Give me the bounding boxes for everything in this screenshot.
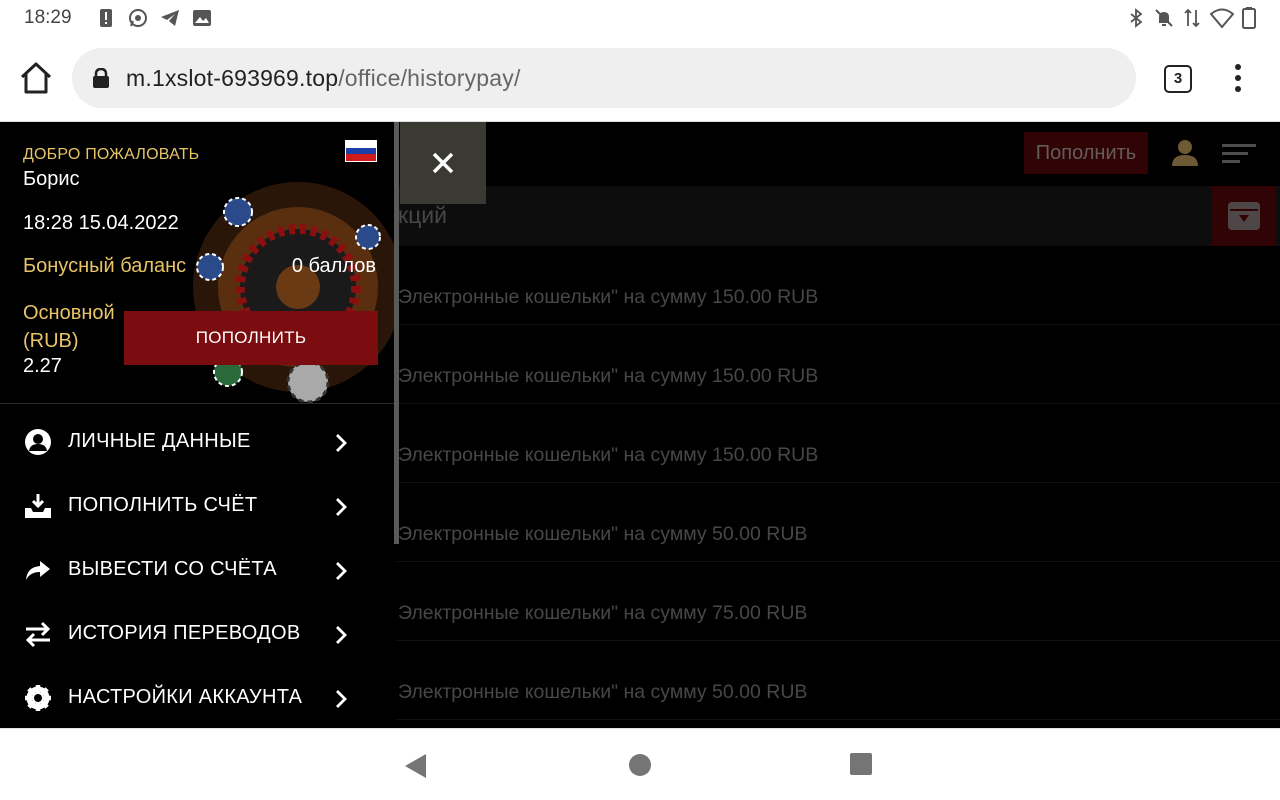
status-time: 18:29 xyxy=(24,7,72,28)
menu-item-account-settings[interactable]: НАСТРОЙКИ АККАУНТА xyxy=(0,668,394,728)
side-drawer: ДОБРО ПОЖАЛОВАТЬ Борис 18:28 15.04.2022 … xyxy=(0,122,399,728)
address-bar[interactable]: m.1xslot-693969.top/office/historypay/ xyxy=(72,48,1136,108)
bluetooth-icon xyxy=(1130,8,1143,28)
status-bar: 18:29 xyxy=(0,0,1280,36)
gear-icon xyxy=(25,685,51,711)
current-datetime: 18:28 15.04.2022 xyxy=(23,212,179,234)
url-text: m.1xslot-693969.top/office/historypay/ xyxy=(126,65,521,92)
download-tray-icon xyxy=(25,494,51,518)
profile-panel: ДОБРО ПОЖАЛОВАТЬ Борис 18:28 15.04.2022 … xyxy=(0,122,394,404)
user-circle-icon xyxy=(25,429,51,455)
menu-item-label: НАСТРОЙКИ АККАУНТА xyxy=(68,686,303,708)
bonus-balance-value: 0 баллов xyxy=(291,255,376,277)
main-balance-value: 2.27 xyxy=(23,355,62,377)
notifications-off-icon xyxy=(1155,9,1173,27)
roulette-image xyxy=(193,182,394,403)
welcome-text: ДОБРО ПОЖАЛОВАТЬ xyxy=(23,146,200,163)
chevron-right-icon xyxy=(336,434,347,452)
home-circle-icon[interactable] xyxy=(629,754,651,776)
system-nav-bar xyxy=(0,728,1280,800)
menu-item-personal-data[interactable]: ЛИЧНЫЕ ДАННЫЕ xyxy=(0,412,394,476)
whatsapp-icon xyxy=(129,9,147,27)
share-arrow-icon xyxy=(26,561,50,580)
back-icon[interactable] xyxy=(404,753,428,779)
battery-icon xyxy=(1242,7,1256,29)
close-icon xyxy=(432,152,454,174)
drawer-scrollbar[interactable] xyxy=(394,122,399,544)
chevron-right-icon xyxy=(336,562,347,580)
menu-item-deposit[interactable]: ПОПОЛНИТЬ СЧЁТ xyxy=(0,476,394,540)
menu-item-transfer-history[interactable]: ИСТОРИЯ ПЕРЕВОДОВ xyxy=(0,604,394,668)
browser-toolbar: m.1xslot-693969.top/office/historypay/ 3 xyxy=(0,36,1280,122)
menu-item-label: ПОПОЛНИТЬ СЧЁТ xyxy=(68,494,258,516)
menu-item-withdraw[interactable]: ВЫВЕСТИ СО СЧЁТА xyxy=(0,540,394,604)
deposit-button[interactable]: ПОПОЛНИТЬ xyxy=(124,311,378,365)
web-content: Пополнить кций Электронные кошельки" на … xyxy=(0,122,1280,728)
lock-icon xyxy=(93,68,109,88)
drawer-close-button[interactable] xyxy=(400,122,486,204)
chevron-right-icon xyxy=(336,690,347,708)
tab-switcher-button[interactable]: 3 xyxy=(1164,65,1192,93)
alert-icon xyxy=(100,9,112,27)
wifi-icon xyxy=(1210,8,1234,28)
chevron-right-icon xyxy=(336,626,347,644)
home-icon[interactable] xyxy=(18,60,54,96)
recent-apps-icon[interactable] xyxy=(850,753,872,775)
menu-item-label: ВЫВЕСТИ СО СЧЁТА xyxy=(68,558,277,580)
menu-item-label: ИСТОРИЯ ПЕРЕВОДОВ xyxy=(68,622,301,644)
transfer-arrows-icon xyxy=(25,621,51,648)
telegram-icon xyxy=(161,10,179,26)
url-path: /office/historypay/ xyxy=(338,65,521,91)
menu-item-label: ЛИЧНЫЕ ДАННЫЕ xyxy=(68,430,251,452)
bonus-balance-label: Бонусный баланс xyxy=(23,255,187,277)
chevron-right-icon xyxy=(336,498,347,516)
url-domain: m.1xslot-693969.top xyxy=(126,65,339,91)
browser-menu-icon[interactable] xyxy=(1228,64,1248,96)
user-name: Борис xyxy=(23,168,80,190)
image-icon xyxy=(193,10,211,26)
data-arrows-icon xyxy=(1184,8,1200,28)
drawer-menu: ЛИЧНЫЕ ДАННЫЕ ПОПОЛНИТЬ СЧЁТ ВЫВЕСТИ СО … xyxy=(0,412,394,728)
russia-flag-icon[interactable] xyxy=(345,140,377,162)
main-balance-label: Основной (RUB) xyxy=(23,302,115,352)
